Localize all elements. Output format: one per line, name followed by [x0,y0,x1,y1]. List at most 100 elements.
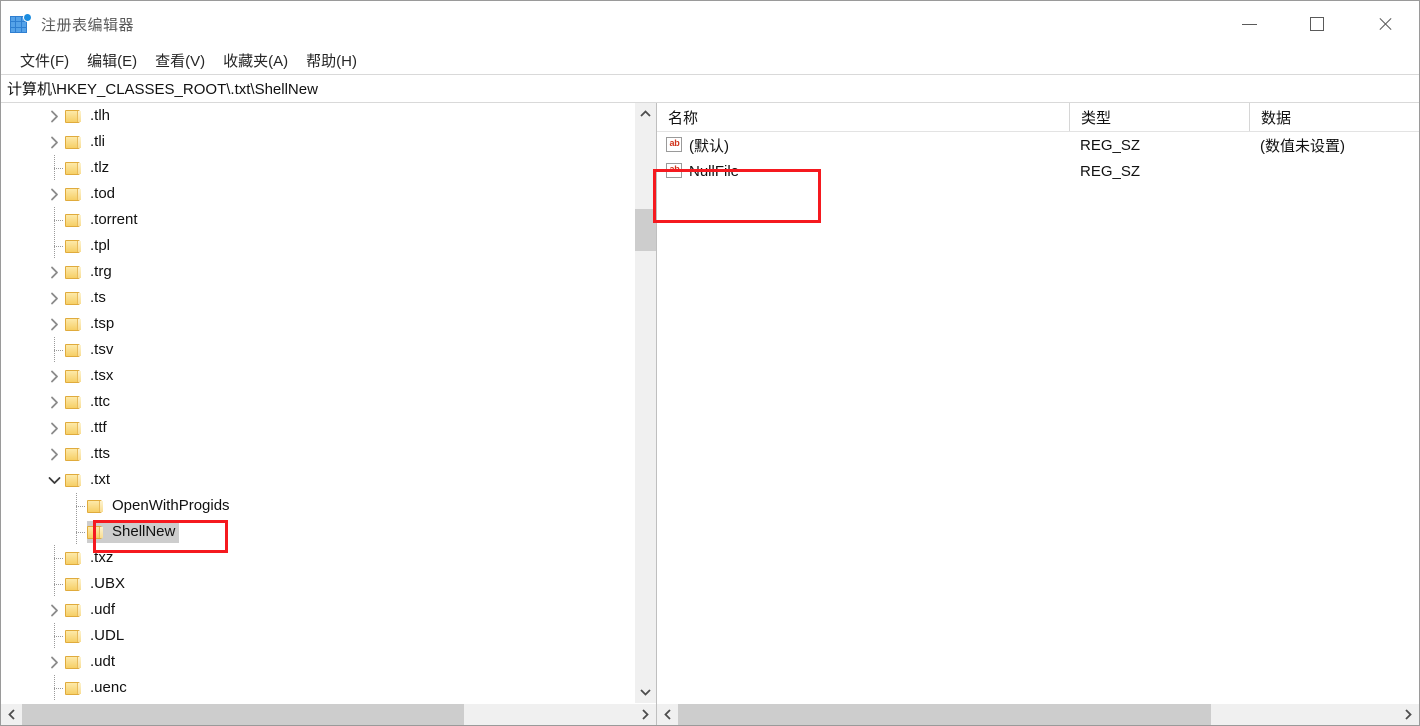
chevron-right-icon[interactable] [43,389,65,415]
value-horizontal-scrollbar[interactable] [657,703,1419,725]
chevron-right-icon[interactable] [43,259,65,285]
chevron-right-icon[interactable] [43,285,65,311]
tree-node-tlh[interactable]: .tlh [1,103,634,129]
chevron-down-icon[interactable] [43,467,65,493]
tree-node-ts[interactable]: .ts [1,285,634,311]
tree-node-tli[interactable]: .tli [1,129,634,155]
folder-icon [65,213,82,228]
tree-node-content[interactable]: .ts [65,287,110,309]
tree-node-content[interactable]: .udf [65,599,119,621]
menu-favorites[interactable]: 收藏夹(A) [214,48,297,73]
minimize-button[interactable] [1215,1,1283,47]
column-header-name[interactable]: 名称 [657,103,1069,131]
tree-node-content[interactable]: .tlz [65,157,113,179]
value-row[interactable]: ab NullFile REG_SZ [657,158,1419,184]
tree-node-content[interactable]: .txt [65,469,114,491]
tree-node-torrent[interactable]: .torrent [1,207,634,233]
folder-icon [65,291,82,306]
key-tree[interactable]: .tlh .tli .tlz .tod .torrent .tpl .trg .ts .tsp.… [1,103,634,703]
tree-node-udl[interactable]: .UDL [1,623,634,649]
tree-node-content[interactable]: .tsv [65,339,117,361]
tree-scroll-up-button[interactable] [635,103,656,124]
tree-node-content[interactable]: ShellNew [87,521,180,543]
tree-node-content[interactable]: .tod [65,183,119,205]
address-path: 计算机\HKEY_CLASSES_ROOT\.txt\ShellNew [7,81,318,98]
tree-node-trg[interactable]: .trg [1,259,634,285]
chevron-right-icon[interactable] [43,649,65,675]
tree-node-label: .ttf [90,419,107,436]
chevron-right-icon[interactable] [43,363,65,389]
tree-node-txz[interactable]: .txz [1,545,634,571]
menu-edit[interactable]: 编辑(E) [78,48,146,73]
tree-node-ttc[interactable]: .ttc [1,389,634,415]
tree-node-content[interactable]: .ttc [65,391,114,413]
tree-node-content[interactable]: .txz [65,547,117,569]
tree-node-tod[interactable]: .tod [1,181,634,207]
tree-hscroll-thumb[interactable] [22,704,464,725]
menu-file[interactable]: 文件(F) [11,48,78,73]
tree-node-tpl[interactable]: .tpl [1,233,634,259]
tree-node-tlz[interactable]: .tlz [1,155,634,181]
tree-node-udf[interactable]: .udf [1,597,634,623]
tree-node-content[interactable]: .ttf [65,417,111,439]
tree-node-udt[interactable]: .udt [1,649,634,675]
tree-node-uenc[interactable]: .uenc [1,675,634,701]
close-button[interactable] [1351,1,1419,47]
maximize-button[interactable] [1283,1,1351,47]
tree-node-ubx[interactable]: .UBX [1,571,634,597]
tree-node-content[interactable]: .tlh [65,105,114,127]
tree-node-content[interactable]: .tsx [65,365,117,387]
value-list-body[interactable]: ab (默认) REG_SZ (数值未设置) ab NullFile REG_SZ [657,132,1419,703]
column-header-data[interactable]: 数据 [1249,103,1419,131]
tree-node-tsv[interactable]: .tsv [1,337,634,363]
tree-node-content[interactable]: .uenc [65,677,131,699]
tree-scroll-thumb[interactable] [635,209,656,251]
tree-node-tsp[interactable]: .tsp [1,311,634,337]
tree-vertical-scrollbar[interactable] [634,103,656,703]
value-hscroll-right-button[interactable] [1398,704,1419,725]
key-tree-pane: .tlh .tli .tlz .tod .torrent .tpl .trg .ts .tsp.… [1,103,657,725]
chevron-right-icon[interactable] [43,597,65,623]
tree-node-content[interactable]: .tsp [65,313,118,335]
tree-node-content[interactable]: .UDL [65,625,128,647]
tree-hscroll-right-button[interactable] [635,704,656,725]
chevron-right-icon[interactable] [43,103,65,129]
menu-help[interactable]: 帮助(H) [297,48,366,73]
tree-node-content[interactable]: .torrent [65,209,142,231]
tree-node-label: .tli [90,133,105,150]
chevron-right-icon[interactable] [43,311,65,337]
tree-node-txt[interactable]: .txt [1,467,634,493]
tree-node-ttf[interactable]: .ttf [1,415,634,441]
tree-node-content[interactable]: .UBX [65,573,129,595]
address-bar[interactable]: 计算机\HKEY_CLASSES_ROOT\.txt\ShellNew [1,74,1419,103]
chevron-right-icon[interactable] [43,181,65,207]
value-hscroll-thumb[interactable] [678,704,1211,725]
tree-scroll-down-button[interactable] [635,682,656,703]
tree-node-content[interactable]: .trg [65,261,116,283]
menu-view[interactable]: 查看(V) [146,48,214,73]
chevron-right-icon[interactable] [43,415,65,441]
tree-hscroll-left-button[interactable] [1,704,22,725]
chevron-right-icon[interactable] [43,441,65,467]
tree-node-content[interactable]: OpenWithProgids [87,495,234,517]
tree-node-content[interactable]: .tli [65,131,109,153]
value-hscroll-left-button[interactable] [657,704,678,725]
tree-node-shellnew[interactable]: ShellNew [1,519,634,545]
tree-node-content[interactable]: .tpl [65,235,114,257]
tree-hscroll-track[interactable] [22,704,635,725]
tree-scroll-track[interactable] [635,124,656,682]
tree-node-tsx[interactable]: .tsx [1,363,634,389]
tree-horizontal-scrollbar[interactable] [1,703,656,725]
tree-node-content[interactable]: .udt [65,651,119,673]
value-hscroll-track[interactable] [678,704,1398,725]
value-row[interactable]: ab (默认) REG_SZ (数值未设置) [657,132,1419,158]
tree-node-content[interactable]: .tts [65,443,114,465]
tree-node-openwithprogids[interactable]: OpenWithProgids [1,493,634,519]
tree-node-tts[interactable]: .tts [1,441,634,467]
column-header-type[interactable]: 类型 [1069,103,1249,131]
chevron-right-icon[interactable] [43,129,65,155]
